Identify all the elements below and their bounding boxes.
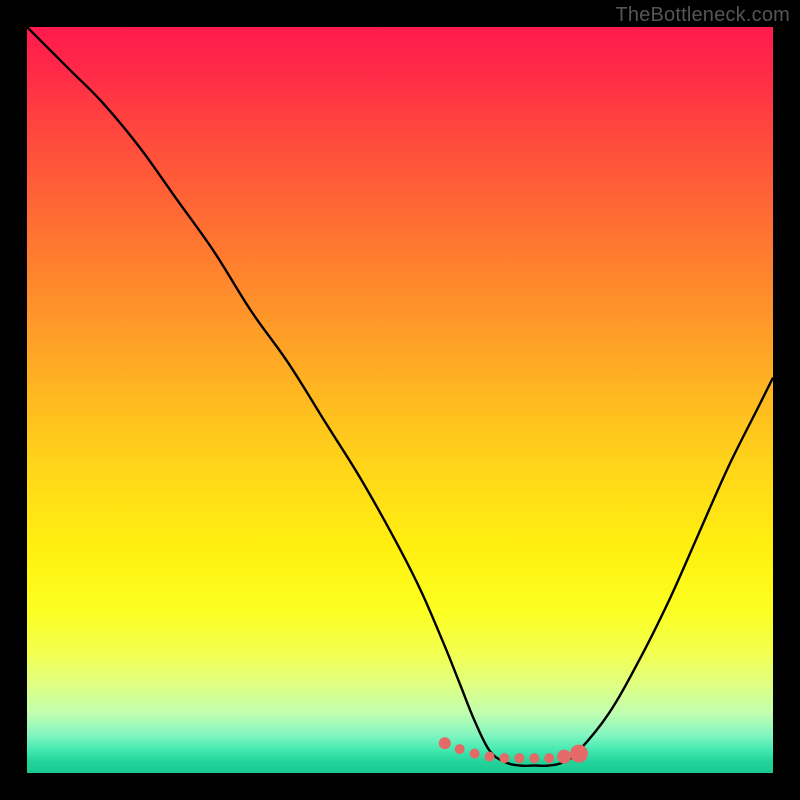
optimal-range-markers — [439, 737, 588, 763]
optimal-range-marker — [470, 749, 480, 759]
optimal-range-marker — [529, 753, 539, 763]
chart-svg — [27, 27, 773, 773]
optimal-range-marker — [544, 753, 554, 763]
bottleneck-curve — [27, 27, 773, 766]
chart-frame: TheBottleneck.com — [0, 0, 800, 800]
chart-plot-area — [27, 27, 773, 773]
watermark-text: TheBottleneck.com — [615, 4, 790, 27]
optimal-range-marker — [499, 753, 509, 763]
optimal-range-marker — [514, 753, 524, 763]
optimal-range-marker — [485, 752, 495, 762]
optimal-range-marker — [570, 745, 588, 763]
optimal-range-marker — [439, 737, 451, 749]
optimal-range-marker — [455, 744, 465, 754]
optimal-range-marker — [557, 750, 571, 764]
